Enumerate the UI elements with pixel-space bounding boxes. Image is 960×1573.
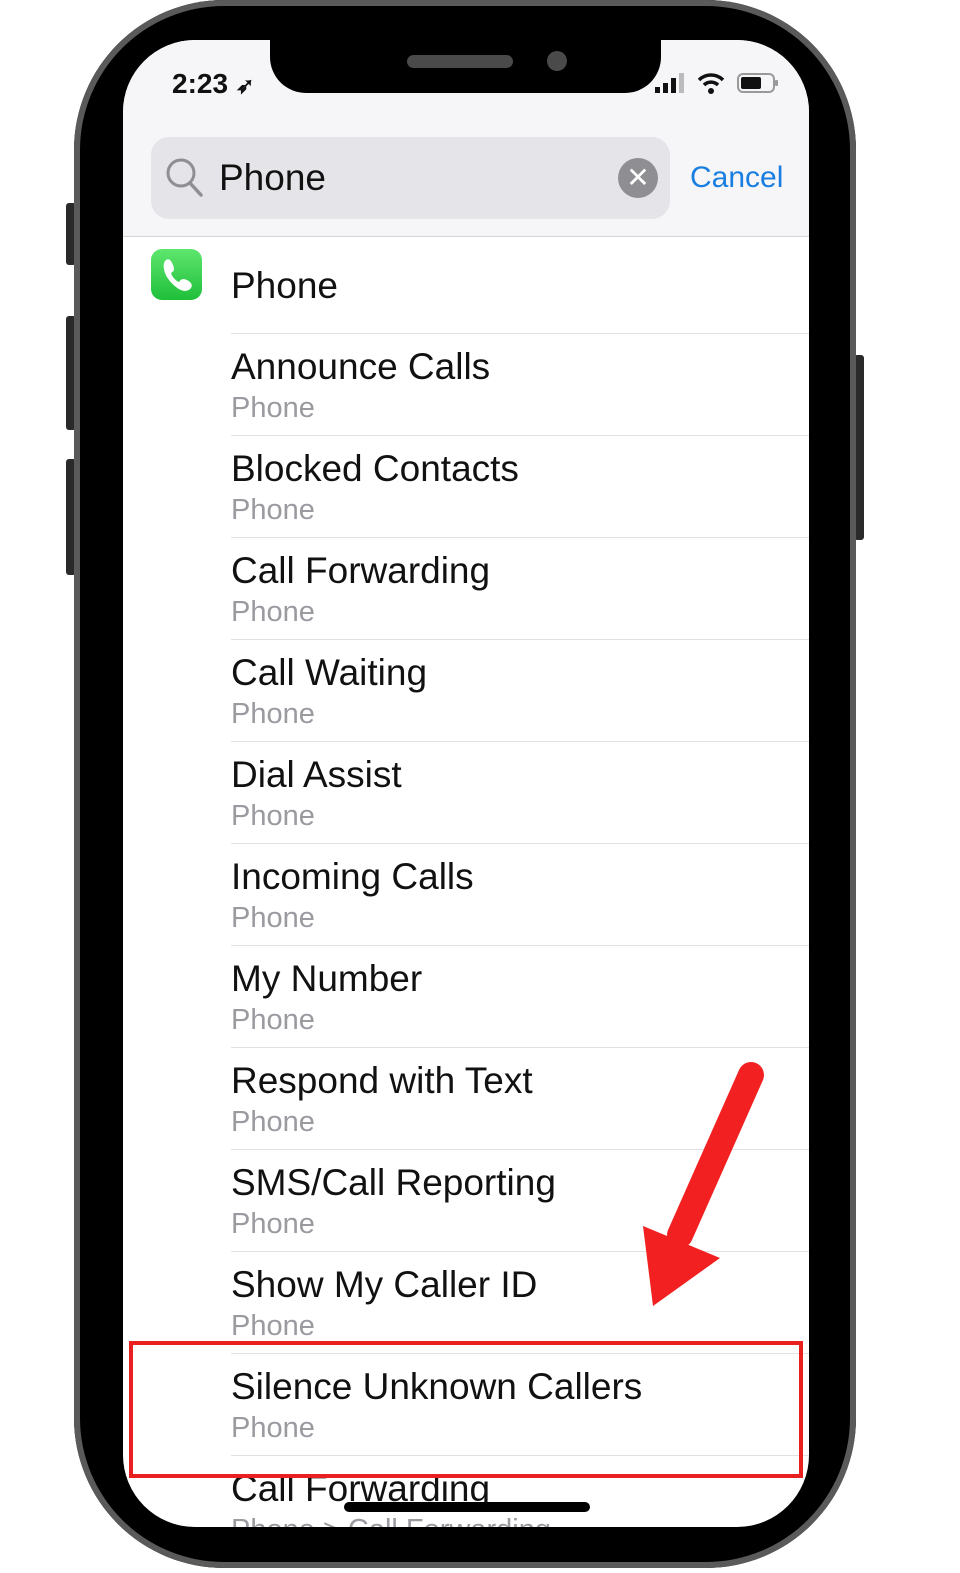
annotation-layer	[129, 1062, 803, 1478]
highlight-box	[129, 1341, 803, 1478]
arrow-shaft	[667, 1062, 764, 1248]
